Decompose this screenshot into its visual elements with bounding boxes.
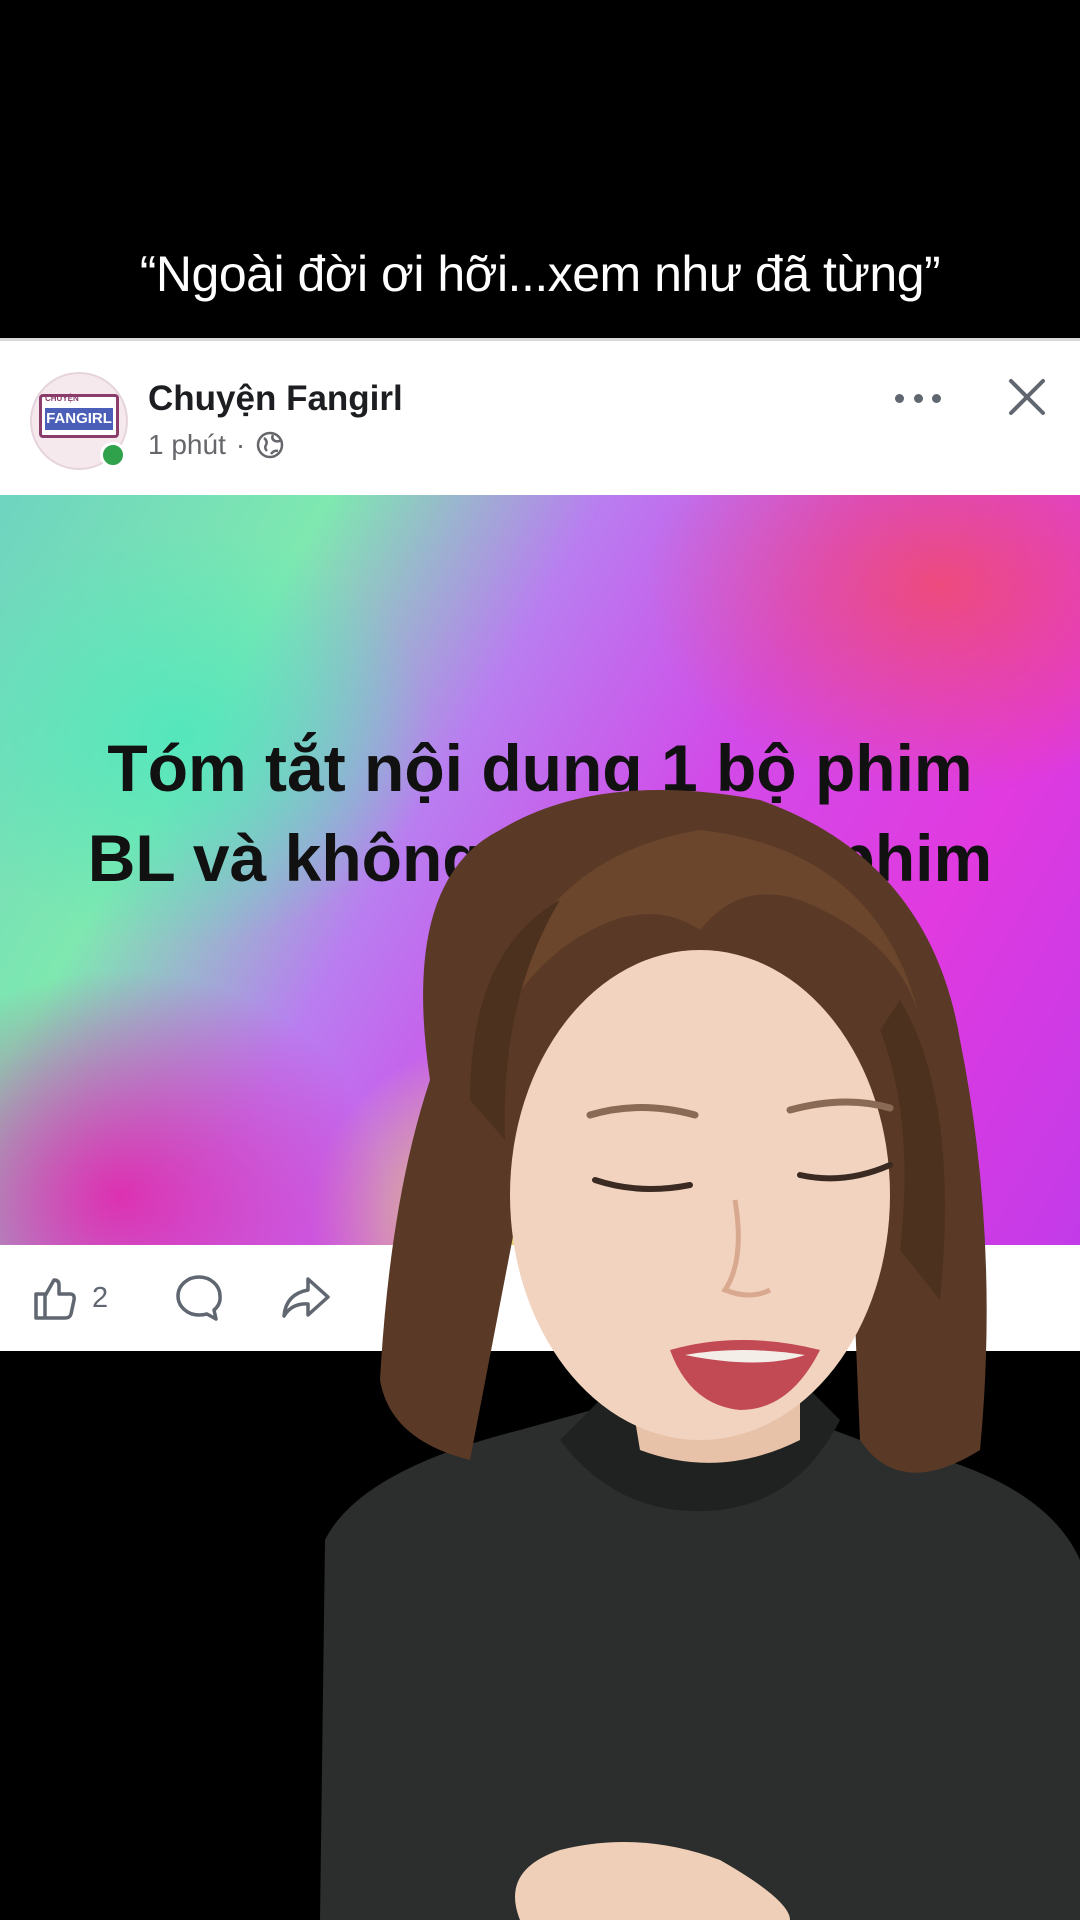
video-caption: “Ngoài đời ơi hỡi...xem như đã từng” <box>139 246 941 302</box>
online-status-dot <box>100 442 126 468</box>
post-image-title: Tóm tắt nội dung 1 bộ phim BL và không n… <box>87 731 993 895</box>
facebook-post-card: CHUYỆN FANGIRL Chuyện Fangirl 1 phút · T… <box>0 338 1080 1351</box>
post-header: CHUYỆN FANGIRL Chuyện Fangirl 1 phút · <box>0 341 1080 495</box>
logo-small-text: CHUYỆN <box>45 394 79 403</box>
share-button[interactable] <box>280 1273 332 1323</box>
share-icon <box>282 1277 330 1318</box>
comment-icon <box>176 1275 222 1321</box>
like-count: 2 <box>92 1281 109 1314</box>
more-options-icon[interactable] <box>895 378 941 418</box>
post-time[interactable]: 1 phút <box>148 429 226 461</box>
globe-icon <box>256 431 284 459</box>
post-author-name[interactable]: Chuyện Fangirl <box>148 379 403 419</box>
like-button[interactable]: 2 <box>30 1273 108 1323</box>
logo-big-text: FANGIRL <box>45 408 113 430</box>
avatar[interactable]: CHUYỆN FANGIRL <box>30 372 128 470</box>
post-meta: 1 phút · <box>148 429 285 461</box>
post-image[interactable]: Tóm tắt nội dung 1 bộ phim BL và không n… <box>0 495 1080 1245</box>
meta-separator: · <box>235 429 246 460</box>
comment-button[interactable] <box>174 1273 224 1323</box>
like-icon <box>34 1278 76 1320</box>
page-logo: CHUYỆN FANGIRL <box>39 394 119 438</box>
post-action-bar: 2 <box>0 1245 1080 1351</box>
close-icon[interactable] <box>1005 375 1049 419</box>
